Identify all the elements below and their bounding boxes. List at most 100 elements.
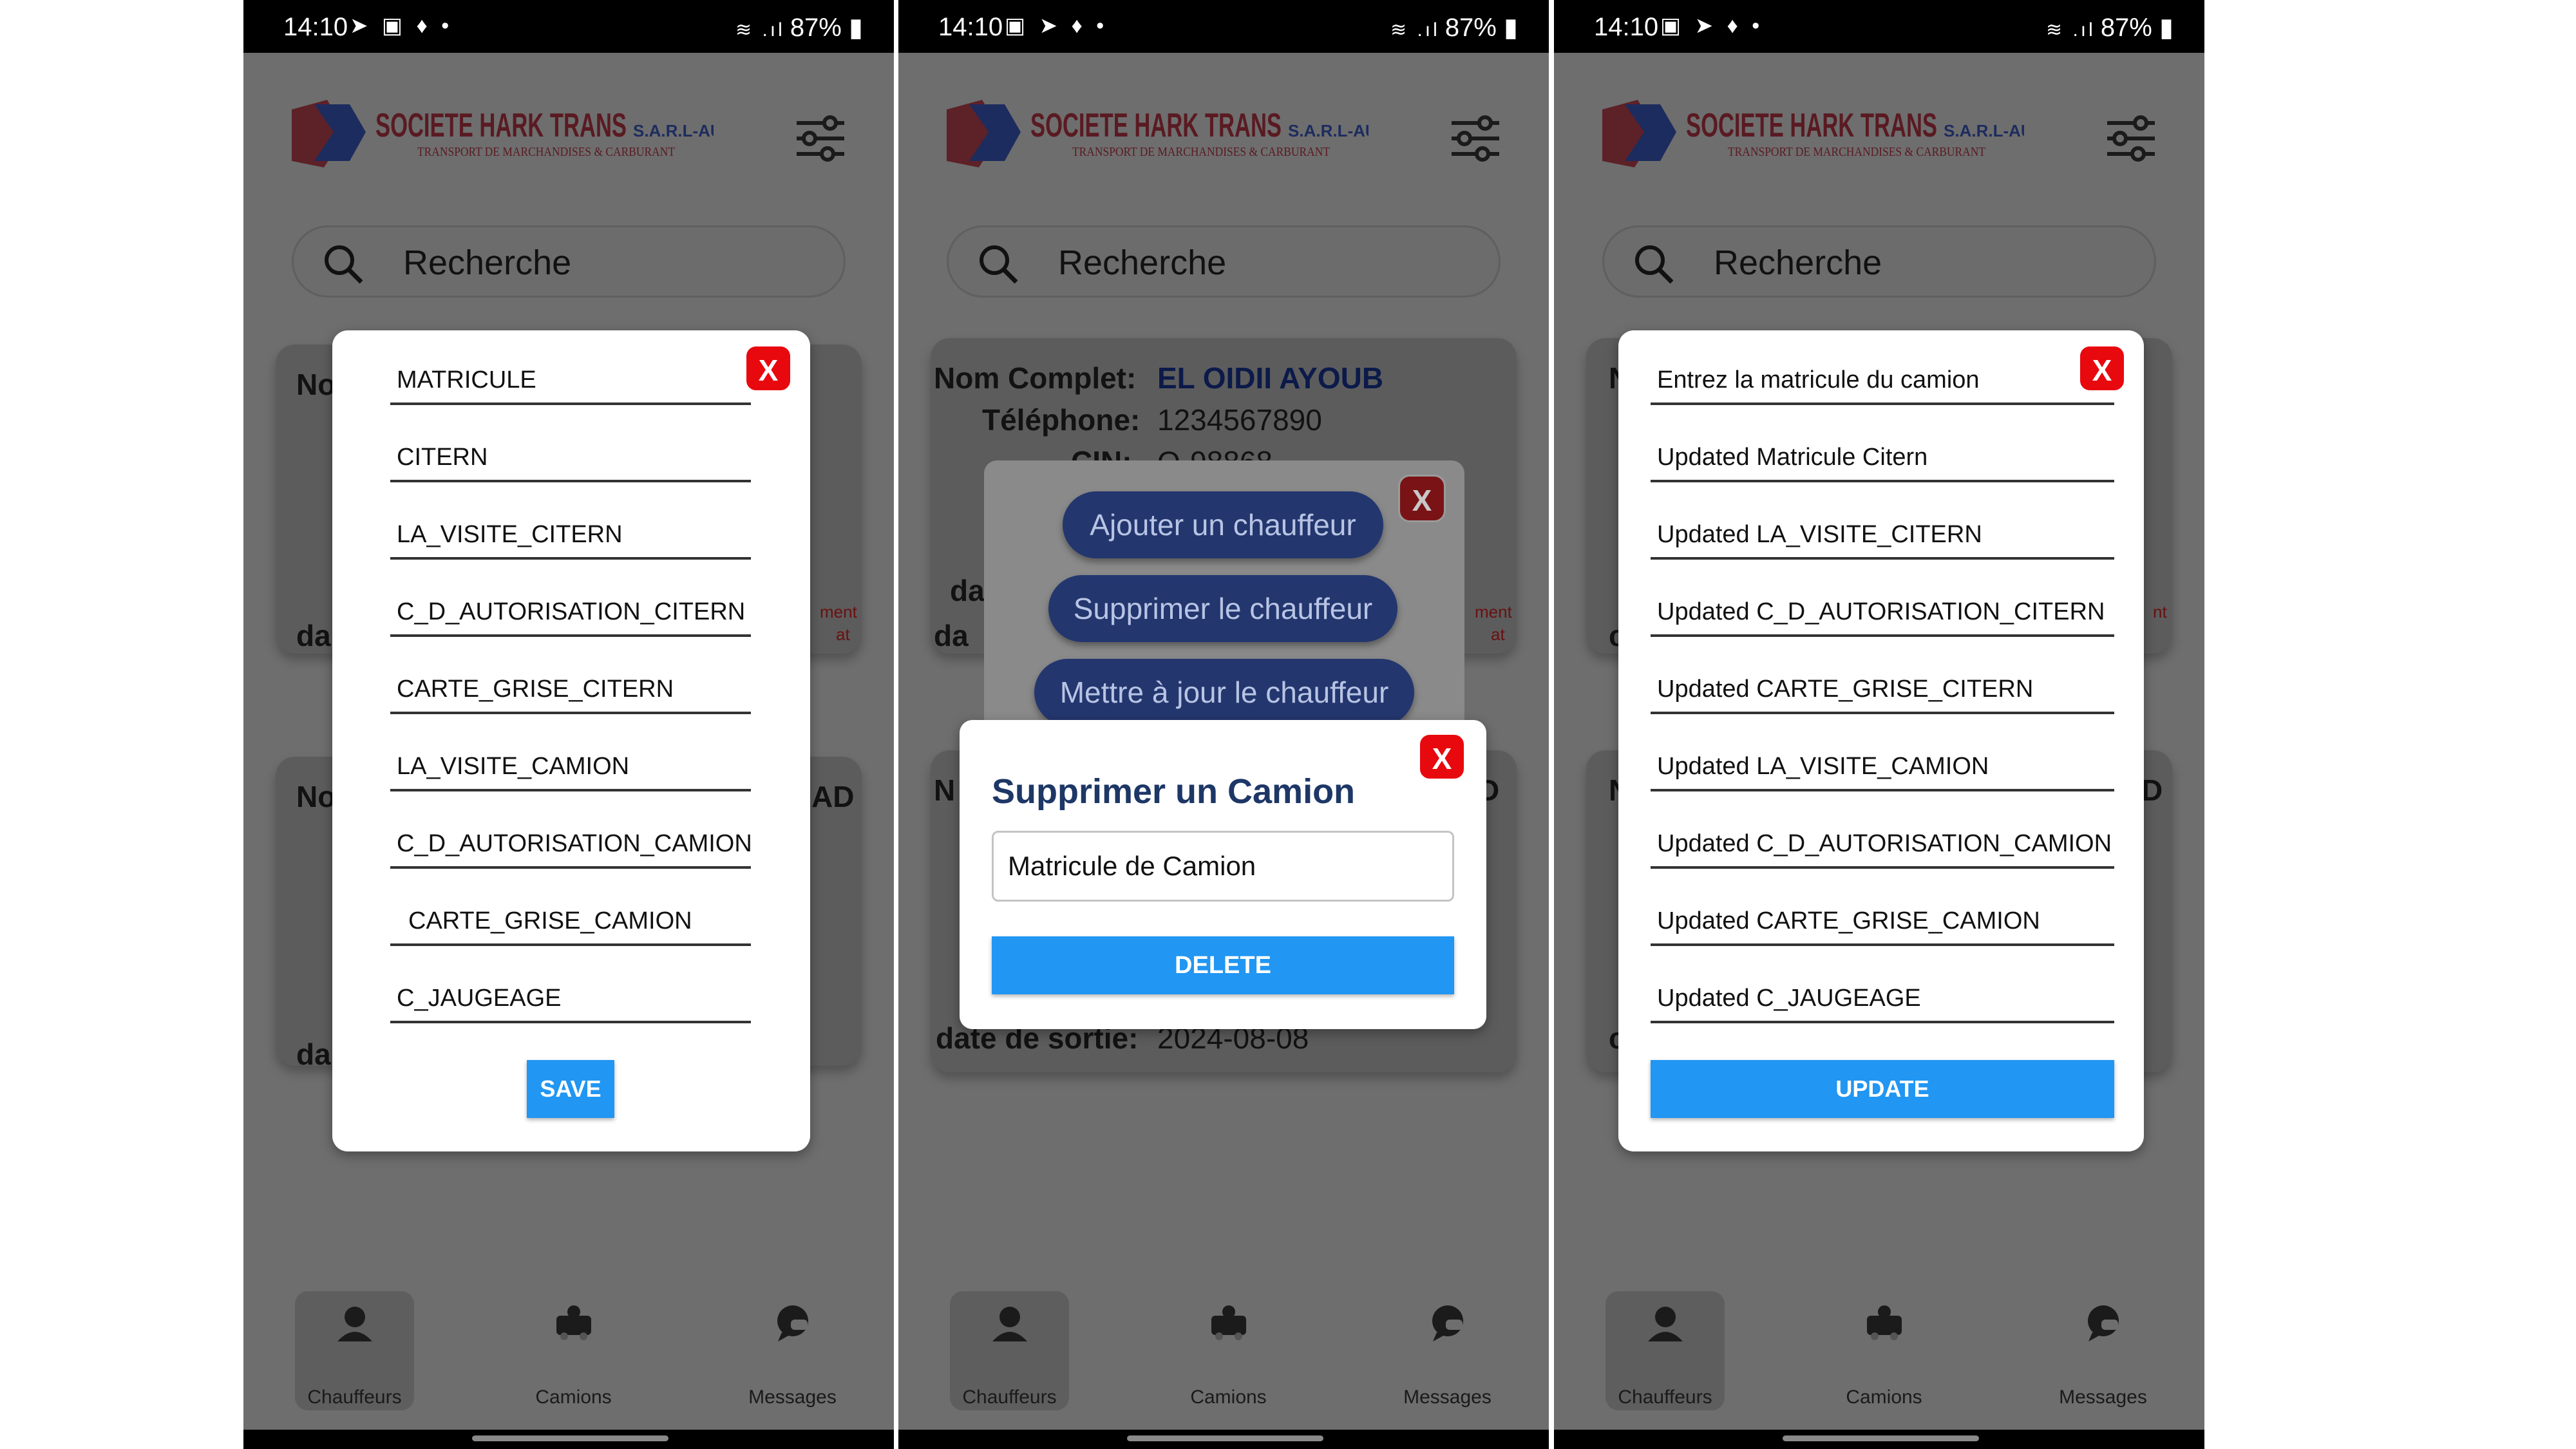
system-nav-bar — [1554, 1430, 2204, 1449]
nav-messages[interactable]: Messages — [1388, 1291, 1507, 1410]
logo-text: SOCIETE HARK TRANS — [1030, 107, 1282, 144]
delete-button[interactable]: DELETE — [992, 936, 1454, 994]
filter-icon[interactable] — [794, 113, 847, 164]
status-time: 14:10 — [938, 13, 1003, 41]
la-visite-camion-field[interactable]: Updated LA_VISITE_CAMION — [1651, 749, 2114, 791]
c-d-autorisation-citern-field[interactable]: Updated C_D_AUTORISATION_CITERN — [1651, 594, 2114, 637]
name-label: Nom Complet: — [934, 361, 1137, 395]
nav-label: Chauffeurs — [307, 1387, 402, 1408]
save-button[interactable]: SAVE — [527, 1060, 614, 1118]
name-value: EL OIDII AYOUB — [1157, 361, 1384, 395]
status-bar: 14:10 ▣ ➤ ♦ • ≋ .ıl 87% ▮ — [898, 0, 1549, 53]
nav-label: Messages — [2059, 1387, 2147, 1408]
status-right: ≋ .ıl 87% ▮ — [1390, 14, 1518, 42]
search-placeholder: Recherche — [1058, 243, 1227, 282]
messages-icon — [2088, 1305, 2119, 1341]
card-text: da — [934, 619, 969, 652]
la-visite-citern-field[interactable]: LA_VISITE_CITERN — [390, 517, 751, 560]
logo-suffix: S.A.R.L-AU — [633, 121, 714, 140]
battery-level: 87% — [2100, 14, 2152, 42]
c-jaugeage-field[interactable]: Updated C_JAUGEAGE — [1651, 981, 2114, 1023]
camions-icon — [556, 1305, 591, 1340]
card-red-text: ment — [1475, 602, 1512, 621]
messages-icon — [1432, 1305, 1463, 1341]
card-red-text: ment — [820, 602, 857, 621]
signal-icon: ≋ .ıl — [2046, 19, 2096, 41]
nav-label: Messages — [1403, 1387, 1492, 1408]
c-d-autorisation-camion-field[interactable]: Updated C_D_AUTORISATION_CAMION — [1651, 826, 2114, 869]
screen-add-camion: 14:10 ➤ ▣ ♦ • ≋ .ıl 87% ▮ SOCIETE HARK TR… — [243, 0, 894, 1449]
phone-value: 1234567890 — [1157, 403, 1322, 437]
add-camion-modal: X MATRICULE CITERN LA_VISITE_CITERN C_D_… — [332, 330, 810, 1151]
search-icon — [1635, 245, 1674, 284]
system-nav-bar — [898, 1430, 1549, 1449]
nav-messages[interactable]: Messages — [2043, 1291, 2163, 1410]
card-text: da — [296, 1037, 331, 1071]
matricule-citern-field[interactable]: Updated Matricule Citern — [1651, 440, 2114, 482]
close-button[interactable]: X — [744, 345, 792, 392]
search-bar[interactable]: Recherche — [292, 225, 846, 298]
search-bar[interactable]: Recherche — [947, 225, 1501, 298]
notification-icons: ▣ ➤ ♦ • — [1660, 14, 1764, 38]
close-menu-button[interactable]: X — [1398, 475, 1446, 522]
matricule-input[interactable]: Matricule de Camion — [992, 831, 1454, 902]
nav-label: Camions — [1190, 1387, 1267, 1408]
company-logo: SOCIETE HARK TRANS S.A.R.L-AU TRANSPORT … — [292, 100, 714, 167]
home-indicator[interactable] — [472, 1435, 668, 1441]
status-right: ≋ .ıl 87% ▮ — [2046, 14, 2174, 42]
citern-field[interactable]: CITERN — [390, 440, 751, 482]
logo-suffix: S.A.R.L-AU — [1288, 121, 1368, 140]
c-d-autorisation-camion-field[interactable]: C_D_AUTORISATION_CAMION — [390, 826, 752, 869]
search-bar[interactable]: Recherche — [1602, 225, 2156, 298]
close-dialog-button[interactable]: X — [1418, 733, 1466, 781]
status-time: 14:10 — [283, 13, 348, 41]
nav-messages[interactable]: Messages — [733, 1291, 852, 1410]
search-icon — [325, 245, 363, 284]
la-visite-citern-field[interactable]: Updated LA_VISITE_CITERN — [1651, 517, 2114, 560]
matricule-camion-field[interactable]: Entrez la matricule du camion — [1651, 363, 2114, 405]
nav-label: Chauffeurs — [1618, 1387, 1712, 1408]
matricule-field[interactable]: MATRICULE — [390, 363, 751, 405]
chauffeur-actions-menu: X Ajouter un chauffeur Supprimer le chau… — [984, 460, 1464, 731]
c-jaugeage-field[interactable]: C_JAUGEAGE — [390, 981, 751, 1023]
nav-camions[interactable]: Camions — [1824, 1291, 1944, 1410]
la-visite-camion-field[interactable]: LA_VISITE_CAMION — [390, 749, 751, 791]
update-button[interactable]: UPDATE — [1651, 1060, 2114, 1118]
notification-icons: ➤ ▣ ♦ • — [350, 14, 453, 38]
battery-level: 87% — [1444, 14, 1497, 42]
c-d-autorisation-citern-field[interactable]: C_D_AUTORISATION_CITERN — [390, 594, 751, 637]
nav-label: Chauffeurs — [962, 1387, 1057, 1408]
nav-chauffeurs[interactable]: Chauffeurs — [1605, 1291, 1725, 1410]
nav-chauffeurs[interactable]: Chauffeurs — [295, 1291, 414, 1410]
home-indicator[interactable] — [1783, 1435, 1979, 1441]
filter-icon[interactable] — [2105, 113, 2157, 164]
company-logo: SOCIETE HARK TRANS S.A.R.L-AU TRANSPORT … — [947, 100, 1368, 167]
company-logo: SOCIETE HARK TRANS S.A.R.L-AU TRANSPORT … — [1602, 100, 2024, 167]
card-red-text: nt — [2153, 602, 2167, 621]
nav-camions[interactable]: Camions — [1169, 1291, 1288, 1410]
carte-grise-camion-field[interactable]: Updated CARTE_GRISE_CAMION — [1651, 904, 2114, 946]
card-text: No — [296, 368, 336, 401]
nav-chauffeurs[interactable]: Chauffeurs — [950, 1291, 1069, 1410]
search-placeholder: Recherche — [403, 243, 572, 282]
nav-camions[interactable]: Camions — [514, 1291, 633, 1410]
status-time: 14:10 — [1594, 13, 1659, 41]
carte-grise-camion-field[interactable]: CARTE_GRISE_CAMION — [390, 904, 751, 946]
logo-tagline: TRANSPORT DE MARCHANDISES & CARBURANT — [417, 145, 675, 159]
home-indicator[interactable] — [1127, 1435, 1323, 1441]
update-chauffeur-button[interactable]: Mettre à jour le chauffeur — [1034, 659, 1414, 726]
logo-text: SOCIETE HARK TRANS — [1686, 107, 1937, 144]
delete-chauffeur-button[interactable]: Supprimer le chauffeur — [1048, 575, 1397, 642]
card-text: da — [296, 619, 331, 652]
phone-label: Téléphone: — [982, 403, 1141, 437]
add-chauffeur-button[interactable]: Ajouter un chauffeur — [1063, 491, 1383, 558]
status-bar: 14:10 ➤ ▣ ♦ • ≋ .ıl 87% ▮ — [243, 0, 894, 53]
card-red-text: at — [836, 625, 850, 644]
filter-icon[interactable] — [1449, 113, 1502, 164]
carte-grise-citern-field[interactable]: CARTE_GRISE_CITERN — [390, 672, 751, 714]
nav-label: Camions — [535, 1387, 612, 1408]
card-red-text: at — [1491, 625, 1505, 644]
carte-grise-citern-field[interactable]: Updated CARTE_GRISE_CITERN — [1651, 672, 2114, 714]
card-text: da — [950, 574, 985, 607]
card-text: AD — [811, 780, 855, 813]
